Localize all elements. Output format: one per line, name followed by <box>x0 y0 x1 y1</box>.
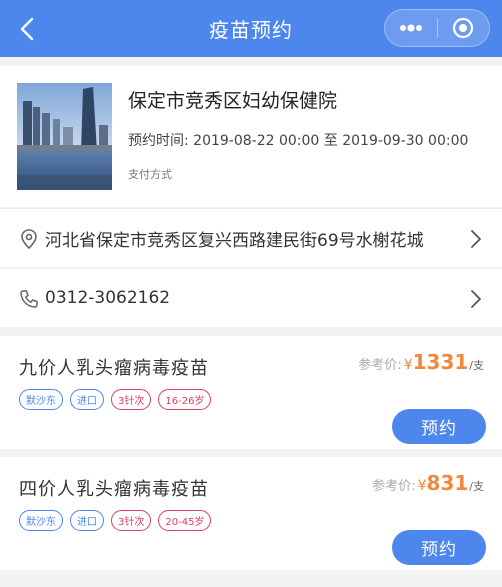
price-label: 参考价: <box>358 358 402 373</box>
phone-icon <box>20 290 38 308</box>
currency-symbol: ¥ <box>417 478 427 494</box>
chevron-left-icon <box>20 17 34 41</box>
currency-symbol: ¥ <box>403 357 413 373</box>
chevron-right-icon <box>471 230 481 248</box>
tag-doses: 3针次 <box>111 389 152 410</box>
vaccine-card: 四价人乳头瘤病毒疫苗 默沙东 进口 3针次 20-45岁 参考价: ¥ 831 … <box>0 457 502 570</box>
book-button[interactable]: 预约 <box>392 530 486 565</box>
back-button[interactable] <box>12 14 42 44</box>
tag-age-range: 16-26岁 <box>158 389 212 410</box>
phone-row[interactable]: 0312-3062162 <box>0 268 502 327</box>
vaccine-name: 四价人乳头瘤病毒疫苗 <box>19 479 209 500</box>
tag-origin: 进口 <box>70 510 104 531</box>
nav-bar: 疫苗预约 <box>0 0 502 57</box>
price-unit: /支 <box>469 359 484 372</box>
book-button[interactable]: 预约 <box>392 409 486 444</box>
address-row[interactable]: 河北省保定市竞秀区复兴西路建民街69号水榭花城 <box>0 208 502 267</box>
close-button[interactable] <box>437 10 489 46</box>
payment-method-label: 支付方式 <box>128 168 172 181</box>
page-title: 疫苗预约 <box>209 18 293 42</box>
vaccine-name: 九价人乳头瘤病毒疫苗 <box>19 358 209 379</box>
price-label: 参考价: <box>372 479 416 494</box>
price-unit: /支 <box>469 480 484 493</box>
phone-text: 0312-3062162 <box>45 288 171 308</box>
location-pin-icon <box>21 229 37 250</box>
vaccine-tags: 默沙东 进口 3针次 20-45岁 <box>19 510 212 531</box>
mini-program-capsule <box>384 9 490 47</box>
chevron-right-icon <box>471 290 481 308</box>
tag-manufacturer: 默沙东 <box>19 510 63 531</box>
reference-price: 参考价: ¥ 831 /支 <box>372 471 484 495</box>
tag-origin: 进口 <box>70 389 104 410</box>
tag-doses: 3针次 <box>111 510 152 531</box>
reference-price: 参考价: ¥ 1331 /支 <box>358 350 484 374</box>
vaccine-card: 九价人乳头瘤病毒疫苗 默沙东 进口 3针次 16-26岁 参考价: ¥ 1331… <box>0 336 502 449</box>
tag-age-range: 20-45岁 <box>158 510 212 531</box>
price-value: 1331 <box>412 350 469 374</box>
hospital-card: 保定市竞秀区妇幼保健院 预约时间: 2019-08-22 00:00 至 201… <box>0 66 502 207</box>
more-dots-icon <box>399 24 422 32</box>
tag-manufacturer: 默沙东 <box>19 389 63 410</box>
vaccine-tags: 默沙东 进口 3针次 16-26岁 <box>19 389 212 410</box>
address-text: 河北省保定市竞秀区复兴西路建民街69号水榭花城 <box>45 230 424 251</box>
price-value: 831 <box>426 471 469 495</box>
hospital-image <box>17 83 112 190</box>
hospital-name: 保定市竞秀区妇幼保健院 <box>128 90 338 112</box>
more-button[interactable] <box>385 10 437 46</box>
appointment-time: 预约时间: 2019-08-22 00:00 至 2019-09-30 00:0… <box>128 133 469 149</box>
target-circle-icon <box>453 17 474 39</box>
